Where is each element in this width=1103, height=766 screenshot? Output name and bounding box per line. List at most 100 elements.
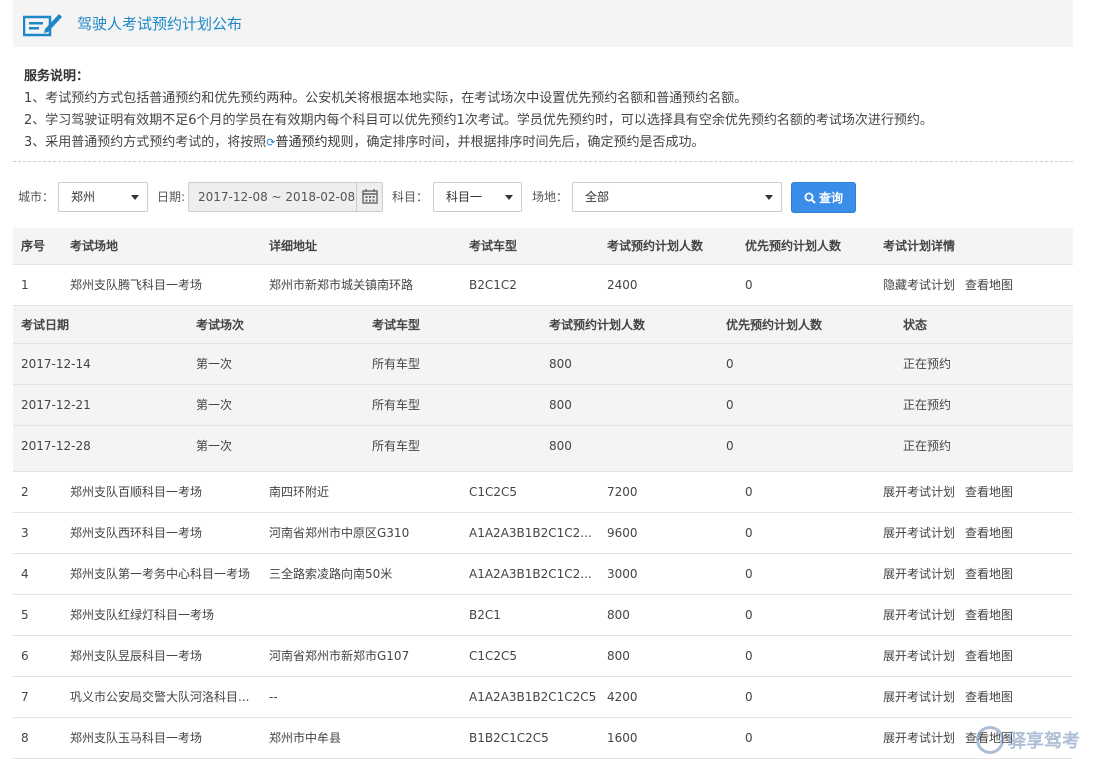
table-row: 8 郑州支队玉马科目一考场 郑州市中牟县 B1B2C1C2C5 1600 0 展…: [13, 718, 1073, 759]
expand-plan-link[interactable]: 展开考试计划: [883, 513, 955, 554]
row-no: 3: [21, 526, 29, 540]
row-address: 郑州市新郑市城关镇南环路: [269, 278, 414, 292]
subject-select[interactable]: 科目一: [433, 182, 522, 212]
watermark-logo-icon: [976, 726, 1004, 754]
refresh-icon: ⟳: [266, 136, 276, 149]
table-row: 6 郑州支队昱辰科目一考场 河南省郑州市新郑市G107 C1C2C5 800 0…: [13, 636, 1073, 677]
sub-row-status: 正在预约: [903, 357, 952, 371]
row-site: 郑州支队昱辰科目一考场: [70, 649, 203, 663]
sub-row-status: 正在预约: [903, 398, 952, 412]
row-priority: 0: [745, 649, 753, 663]
row-no: 5: [21, 608, 29, 622]
service-line-3-post: ，确定排序时间，并根据排序时间先后，确定预约是否成功。: [353, 135, 705, 150]
expand-plan-link[interactable]: 展开考试计划: [883, 554, 955, 595]
sub-header-priority: 优先预约计划人数: [726, 318, 823, 332]
sub-row-car: 所有车型: [372, 357, 421, 371]
row-plan: 7200: [607, 485, 638, 499]
table-row: 5 郑州支队红绿灯科目一考场 B2C1 800 0 展开考试计划 查看地图: [13, 595, 1073, 636]
watermark: 驿享驾考: [976, 720, 1098, 760]
header-plan: 考试预约计划人数: [607, 239, 704, 253]
row-priority: 0: [745, 278, 753, 292]
sub-row-session: 第一次: [196, 398, 233, 412]
city-select[interactable]: 郑州: [58, 182, 148, 212]
sub-row-date: 2017-12-21: [21, 398, 91, 412]
header-priority: 优先预约计划人数: [745, 239, 842, 253]
row-car: C1C2C5: [469, 649, 518, 663]
row-car: C1C2C5: [469, 485, 518, 499]
row-address: 河南省郑州市中原区G310: [269, 526, 410, 540]
search-button[interactable]: 查询: [791, 182, 856, 213]
view-map-link[interactable]: 查看地图: [965, 636, 1013, 677]
expand-plan-link[interactable]: 展开考试计划: [883, 595, 955, 636]
expand-plan-link[interactable]: 展开考试计划: [883, 718, 955, 759]
header-address: 详细地址: [269, 239, 318, 253]
row-address: 南四环附近: [269, 485, 330, 499]
header-detail: 考试计划详情: [883, 239, 956, 253]
table-row: 2 郑州支队百顺科目一考场 南四环附近 C1C2C5 7200 0 展开考试计划…: [13, 472, 1073, 513]
row-no: 2: [21, 485, 29, 499]
view-map-link[interactable]: 查看地图: [965, 677, 1013, 718]
view-map-link[interactable]: 查看地图: [965, 513, 1013, 554]
row-priority: 0: [745, 731, 753, 745]
subject-select-value: 科目一: [446, 190, 483, 204]
header-car: 考试车型: [469, 239, 518, 253]
caret-down-icon: [131, 195, 139, 200]
expand-plan-link[interactable]: 展开考试计划: [883, 472, 955, 513]
sub-header-car: 考试车型: [372, 318, 421, 332]
sub-row-priority: 0: [726, 398, 734, 412]
site-select[interactable]: 全部: [572, 182, 782, 212]
site-select-value: 全部: [585, 190, 610, 204]
row-site: 郑州支队腾飞科目一考场: [70, 278, 203, 292]
sub-table-row: 2017-12-21 第一次 所有车型 800 0 正在预约: [13, 385, 1073, 426]
header-site: 考试场地: [70, 239, 119, 253]
date-range-input[interactable]: 2017-12-08 ~ 2018-02-08: [188, 182, 383, 212]
row-no: 6: [21, 649, 29, 663]
divider: [13, 161, 1073, 162]
table-row: 7 巩义市公安局交警大队河洛科目... -- A1A2A3B1B2C1C2C5 …: [13, 677, 1073, 718]
row-no: 8: [21, 731, 29, 745]
view-map-link[interactable]: 查看地图: [965, 265, 1013, 306]
row-priority: 0: [745, 485, 753, 499]
service-line-3-pre: 3、采用普通预约方式预约考试的，将按照: [24, 135, 267, 150]
subject-label: 科目：: [392, 190, 429, 204]
row-plan: 800: [607, 608, 630, 622]
sub-header-status: 状态: [903, 318, 928, 332]
sub-row-session: 第一次: [196, 439, 233, 453]
row-priority: 0: [745, 526, 753, 540]
view-map-link[interactable]: 查看地图: [965, 472, 1013, 513]
row-no: 7: [21, 690, 29, 704]
row-address: 三全路索凌路向南50米: [269, 567, 393, 581]
calendar-icon[interactable]: [356, 183, 382, 211]
caret-down-icon: [765, 195, 773, 200]
view-map-link[interactable]: 查看地图: [965, 554, 1013, 595]
sub-header-date: 考试日期: [21, 318, 70, 332]
service-line-1: 1、考试预约方式包括普通预约和优先预约两种。公安机关将根据本地实际，在考试场次中…: [24, 91, 748, 106]
row-priority: 0: [745, 690, 753, 704]
city-label: 城市：: [18, 190, 55, 204]
sub-table-row: 2017-12-28 第一次 所有车型 800 0 正在预约: [13, 426, 1073, 472]
row-site: 郑州支队第一考务中心科目一考场: [70, 567, 251, 581]
row-address: 河南省郑州市新郑市G107: [269, 649, 410, 663]
row-address: 郑州市中牟县: [269, 731, 342, 745]
date-range-value: 2017-12-08 ~ 2018-02-08: [198, 190, 356, 204]
table-row: 4 郑州支队第一考务中心科目一考场 三全路索凌路向南50米 A1A2A3B1B2…: [13, 554, 1073, 595]
row-car: B2C1C2: [469, 278, 517, 292]
hide-plan-link[interactable]: 隐藏考试计划: [883, 265, 955, 306]
expand-plan-link[interactable]: 展开考试计划: [883, 677, 955, 718]
table-row: 1 郑州支队腾飞科目一考场 郑州市新郑市城关镇南环路 B2C1C2 2400 0…: [13, 265, 1073, 306]
sub-row-plan: 800: [549, 398, 572, 412]
sub-header-session: 考试场次: [196, 318, 245, 332]
row-site: 巩义市公安局交警大队河洛科目...: [70, 690, 250, 704]
notebook-pen-icon: [22, 11, 63, 37]
row-car: A1A2A3B1B2C1C2C5: [469, 690, 597, 704]
city-select-value: 郑州: [71, 190, 96, 204]
site-label: 场地：: [532, 190, 569, 204]
sub-table-header: 考试日期 考试场次 考试车型 考试预约计划人数 优先预约计划人数 状态: [13, 306, 1073, 344]
expand-plan-link[interactable]: 展开考试计划: [883, 636, 955, 677]
row-car: A1A2A3B1B2C1C2...: [469, 526, 592, 540]
table-row: 3 郑州支队西环科目一考场 河南省郑州市中原区G310 A1A2A3B1B2C1…: [13, 513, 1073, 554]
view-map-link[interactable]: 查看地图: [965, 595, 1013, 636]
normal-booking-rules-link[interactable]: 普通预约规则: [276, 135, 354, 150]
sub-row-car: 所有车型: [372, 439, 421, 453]
date-label: 日期:: [157, 190, 186, 204]
